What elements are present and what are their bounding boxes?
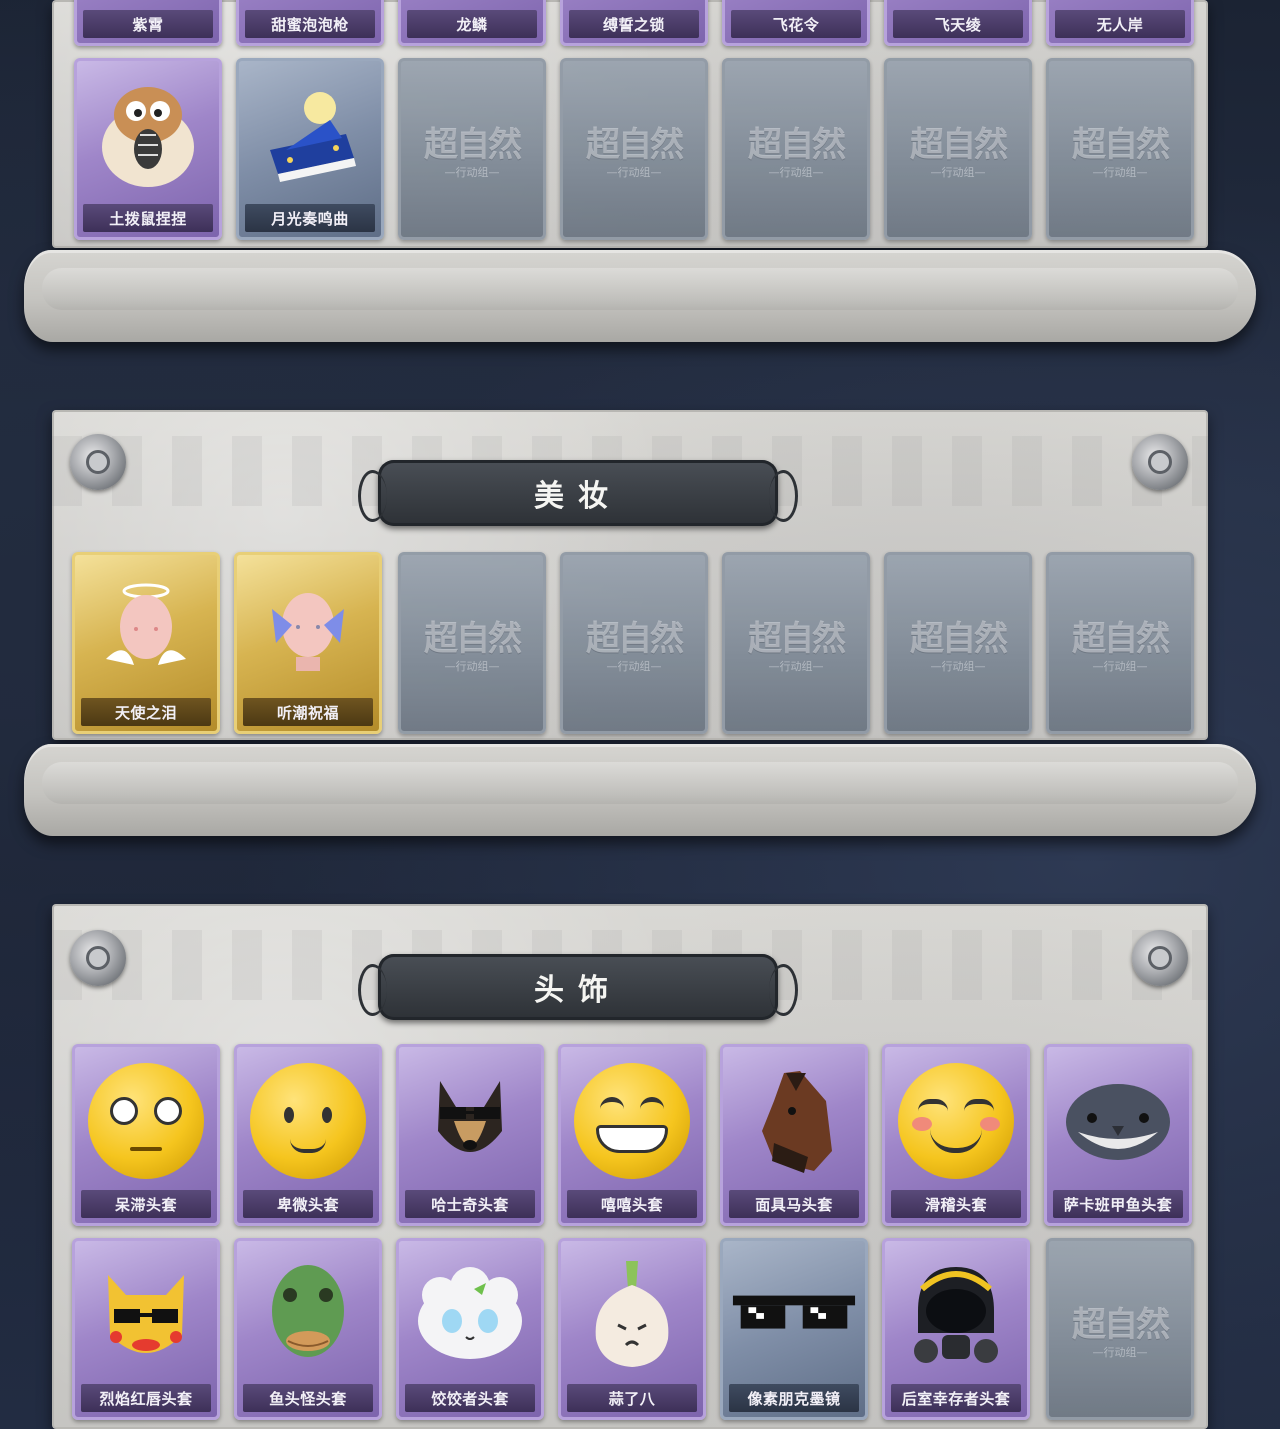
pin-icon: [70, 434, 126, 490]
pixel-sunglasses-icon: [731, 1251, 857, 1379]
butterfly-face-icon: [245, 565, 371, 693]
headwear-section-title: 头饰: [358, 954, 798, 1020]
item-card[interactable]: 听潮祝福: [234, 552, 382, 734]
item-card[interactable]: 飞天绫: [884, 0, 1032, 46]
pin-icon: [70, 930, 126, 986]
item-label: 滑稽头套: [891, 1190, 1021, 1218]
item-label: 无人岸: [1055, 10, 1185, 38]
item-label: 后室幸存者头套: [891, 1384, 1021, 1412]
item-card[interactable]: 无人岸: [1046, 0, 1194, 46]
item-card[interactable]: 后室幸存者头套: [882, 1238, 1030, 1420]
item-label: 烈焰红唇头套: [81, 1384, 211, 1412]
makeup-section-title: 美妆: [358, 460, 798, 526]
item-card[interactable]: 缚誓之锁: [560, 0, 708, 46]
placeholder-watermark: 超自然 —行动组—: [910, 124, 1008, 179]
funny-emoji-icon: [893, 1057, 1019, 1185]
empty-slot: 超自然 —行动组—: [1046, 58, 1194, 240]
item-card[interactable]: 紫霄: [74, 0, 222, 46]
item-card[interactable]: 土拨鼠捏捏: [74, 58, 222, 240]
empty-slot: 超自然 —行动组—: [722, 552, 870, 734]
item-label: 卑微头套: [243, 1190, 373, 1218]
item-label: 呆滞头套: [81, 1190, 211, 1218]
placeholder-watermark: 超自然 —行动组—: [1072, 1304, 1170, 1359]
item-label: 龙鳞: [407, 10, 537, 38]
item-card[interactable]: 飞花令: [722, 0, 870, 46]
placeholder-watermark: 超自然 —行动组—: [748, 618, 846, 673]
item-card[interactable]: 嘻嘻头套: [558, 1044, 706, 1226]
item-label: 飞天绫: [893, 10, 1023, 38]
item-label: 土拨鼠捏捏: [83, 204, 213, 232]
empty-slot: 超自然 —行动组—: [1046, 1238, 1194, 1420]
stunned-emoji-icon: [83, 1057, 209, 1185]
placeholder-watermark: 超自然 —行动组—: [424, 618, 522, 673]
item-label: 听潮祝福: [243, 698, 373, 726]
dumpling-head-icon: [407, 1251, 533, 1379]
item-label: 缚誓之锁: [569, 10, 699, 38]
empty-slot: 超自然 —行动组—: [398, 58, 546, 240]
item-card[interactable]: 像素朋克墨镜: [720, 1238, 868, 1420]
item-card[interactable]: 甜蜜泡泡枪: [236, 0, 384, 46]
item-card[interactable]: 烈焰红唇头套: [72, 1238, 220, 1420]
item-label: 像素朋克墨镜: [729, 1384, 859, 1412]
item-label: 饺饺者头套: [405, 1384, 535, 1412]
item-card[interactable]: 面具马头套: [720, 1044, 868, 1226]
empty-slot: 超自然 —行动组—: [1046, 552, 1194, 734]
item-label: 天使之泪: [81, 698, 211, 726]
gas-mask-icon: [893, 1251, 1019, 1379]
item-card[interactable]: 月光奏鸣曲: [236, 58, 384, 240]
item-card[interactable]: 呆滞头套: [72, 1044, 220, 1226]
horse-head-icon: [731, 1057, 857, 1185]
placeholder-watermark: 超自然 —行动组—: [586, 618, 684, 673]
top-scroll-base: [24, 250, 1256, 342]
item-card[interactable]: 卑微头套: [234, 1044, 382, 1226]
garlic-head-icon: [569, 1251, 695, 1379]
placeholder-watermark: 超自然 —行动组—: [748, 124, 846, 179]
angel-face-icon: [83, 565, 209, 693]
placeholder-watermark: 超自然 —行动组—: [424, 124, 522, 179]
item-card[interactable]: 滑稽头套: [882, 1044, 1030, 1226]
hamster-icon: [85, 71, 211, 199]
empty-slot: 超自然 —行动组—: [884, 552, 1032, 734]
empty-slot: 超自然 —行动组—: [560, 58, 708, 240]
placeholder-watermark: 超自然 —行动组—: [1072, 618, 1170, 673]
empty-slot: 超自然 —行动组—: [884, 58, 1032, 240]
piano-icon: [247, 71, 373, 199]
placeholder-watermark: 超自然 —行动组—: [586, 124, 684, 179]
item-card[interactable]: 天使之泪: [72, 552, 220, 734]
empty-slot: 超自然 —行动组—: [398, 552, 546, 734]
fishman-head-icon: [245, 1251, 371, 1379]
item-card[interactable]: 龙鳞: [398, 0, 546, 46]
item-label: 面具马头套: [729, 1190, 859, 1218]
yellow-mask-icon: [83, 1251, 209, 1379]
item-card[interactable]: 饺饺者头套: [396, 1238, 544, 1420]
item-label: 蒜了八: [567, 1384, 697, 1412]
makeup-scroll-base: [24, 744, 1256, 836]
item-label: 飞花令: [731, 10, 861, 38]
item-card[interactable]: 萨卡班甲鱼头套: [1044, 1044, 1192, 1226]
husky-head-icon: [407, 1057, 533, 1185]
pin-icon: [1132, 434, 1188, 490]
item-label: 萨卡班甲鱼头套: [1053, 1190, 1183, 1218]
item-card[interactable]: 蒜了八: [558, 1238, 706, 1420]
item-label: 紫霄: [83, 10, 213, 38]
item-label: 甜蜜泡泡枪: [245, 10, 375, 38]
empty-slot: 超自然 —行动组—: [560, 552, 708, 734]
fish-head-icon: [1055, 1057, 1181, 1185]
placeholder-watermark: 超自然 —行动组—: [1072, 124, 1170, 179]
placeholder-watermark: 超自然 —行动组—: [910, 618, 1008, 673]
item-label: 哈士奇头套: [405, 1190, 535, 1218]
item-label: 嘻嘻头套: [567, 1190, 697, 1218]
item-label: 月光奏鸣曲: [245, 204, 375, 232]
item-card[interactable]: 鱼头怪头套: [234, 1238, 382, 1420]
item-label: 鱼头怪头套: [243, 1384, 373, 1412]
empty-slot: 超自然 —行动组—: [722, 58, 870, 240]
item-card[interactable]: 哈士奇头套: [396, 1044, 544, 1226]
pin-icon: [1132, 930, 1188, 986]
grin-emoji-icon: [569, 1057, 695, 1185]
humble-emoji-icon: [245, 1057, 371, 1185]
